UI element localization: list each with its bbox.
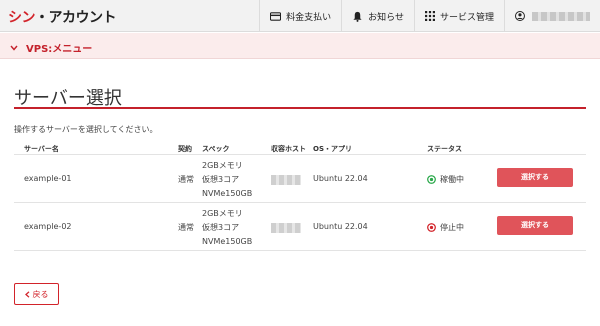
back-button-label: 戻る (32, 289, 49, 299)
nav-services[interactable]: サービス管理 (413, 0, 504, 32)
grid-icon (424, 11, 435, 21)
spec-storage: NVMe150GB (202, 189, 253, 198)
logo[interactable]: シン・アカウント (8, 7, 117, 27)
contract-type: 通常 (178, 175, 194, 184)
nav-notices[interactable]: お知らせ (341, 0, 414, 32)
select-server-button[interactable]: 選択する (497, 216, 573, 235)
spec-memory: 2GBメモリ (202, 209, 243, 218)
server-spec: 2GBメモリ 仮想3コア NVMe150GB (202, 159, 252, 201)
server-name: example-01 (24, 174, 72, 183)
column-header-os: OS・アプリ (313, 145, 352, 153)
spec-storage: NVMe150GB (202, 237, 253, 246)
table-row: example-01 通常 2GBメモリ 仮想3コア NVMe150GB Ubu… (14, 155, 586, 203)
spec-cpu: 仮想3コア (202, 175, 240, 184)
user-name-redacted (531, 11, 590, 21)
host-redacted (271, 175, 301, 185)
instruction-text: 操作するサーバーを選択してください。 (14, 125, 158, 134)
server-table: サーバー名 契約 スペック 収容ホスト OS・アプリ ステータス example… (14, 141, 586, 251)
column-header-spec: スペック (202, 145, 230, 153)
bell-icon (353, 11, 362, 22)
running-status-icon (427, 175, 436, 184)
os-app: Ubuntu 22.04 (313, 222, 368, 231)
server-spec: 2GBメモリ 仮想3コア NVMe150GB (202, 207, 252, 249)
logo-text: ・アカウント (35, 10, 117, 26)
nav-notices-label: お知らせ (368, 12, 404, 23)
stopped-status-icon (427, 223, 436, 232)
vps-menu-label: VPS:メニュー (26, 44, 93, 55)
select-server-button[interactable]: 選択する (497, 168, 573, 187)
user-icon (515, 11, 525, 21)
spec-memory: 2GBメモリ (202, 161, 243, 170)
title-divider (14, 107, 586, 109)
spec-cpu: 仮想3コア (202, 223, 240, 232)
chevron-left-icon (24, 290, 29, 298)
server-name: example-02 (24, 222, 72, 231)
status-indicator: 停止中 (427, 222, 464, 233)
column-header-name: サーバー名 (24, 145, 59, 153)
contract-type: 通常 (178, 223, 194, 232)
status-indicator: 稼働中 (427, 174, 464, 185)
nav-billing-label: 料金支払い (286, 12, 332, 23)
status-text: 停止中 (440, 223, 464, 232)
column-header-contract: 契約 (178, 145, 192, 153)
top-header: シン・アカウント 料金支払い お知らせ サービス管理 (0, 0, 600, 32)
column-header-host: 収容ホスト (271, 145, 306, 153)
section-menu-bar: VPS:メニュー (0, 33, 600, 59)
back-button[interactable]: 戻る (14, 283, 59, 305)
chevron-down-icon (10, 45, 18, 51)
vps-menu-toggle[interactable]: VPS:メニュー (10, 40, 92, 55)
logo-mark: シン (8, 10, 36, 26)
billing-icon (270, 11, 282, 21)
host-redacted (271, 223, 301, 233)
status-text: 稼働中 (440, 175, 464, 184)
nav-user-menu[interactable] (504, 0, 600, 32)
table-header: サーバー名 契約 スペック 収容ホスト OS・アプリ ステータス (14, 141, 586, 155)
nav-billing[interactable]: 料金支払い (259, 0, 341, 32)
table-row: example-02 通常 2GBメモリ 仮想3コア NVMe150GB Ubu… (14, 203, 586, 251)
column-header-status: ステータス (427, 145, 462, 153)
nav-services-label: サービス管理 (439, 12, 494, 23)
os-app: Ubuntu 22.04 (313, 174, 368, 183)
top-nav: 料金支払い お知らせ サービス管理 (259, 0, 600, 32)
